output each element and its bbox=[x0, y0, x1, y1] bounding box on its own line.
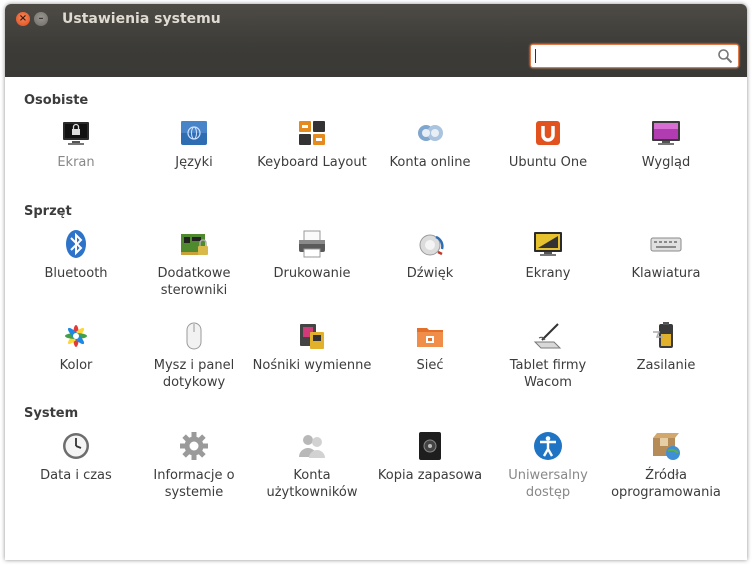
backup-safe-icon bbox=[419, 432, 441, 460]
settings-item-label: Wygląd bbox=[641, 155, 691, 170]
settings-window: × – Ustawienia systemu Osobiste Ekran Języ… bbox=[5, 4, 747, 560]
settings-item-label: Konta użytkowników bbox=[266, 468, 358, 500]
settings-item-accessibility[interactable]: Uniwersalny dostęp bbox=[488, 430, 608, 501]
settings-item-label: Kolor bbox=[59, 358, 93, 373]
settings-item-mouse[interactable]: Mysz i panel dotykowy bbox=[134, 320, 254, 391]
settings-item-label: Konta online bbox=[389, 155, 471, 170]
settings-item-software-sources[interactable]: Źródła oprogramowania bbox=[606, 430, 726, 501]
settings-item-users[interactable]: Konta użytkowników bbox=[252, 430, 372, 501]
settings-item-label: Nośniki wymienne bbox=[252, 358, 372, 373]
settings-item-label: Kopia zapasowa bbox=[377, 468, 483, 483]
ubuntu-one-icon bbox=[536, 121, 560, 145]
settings-item-language-flag[interactable]: Języki bbox=[134, 117, 254, 171]
settings-item-appearance[interactable]: Wygląd bbox=[606, 117, 726, 171]
settings-item-tablet[interactable]: Tablet firmy Wacom bbox=[488, 320, 608, 391]
close-button[interactable]: × bbox=[16, 12, 30, 26]
settings-item-label: Drukowanie bbox=[273, 266, 351, 281]
minimize-button[interactable]: – bbox=[34, 12, 48, 26]
settings-item-bluetooth[interactable]: Bluetooth bbox=[16, 228, 136, 282]
settings-item-label: Zasilanie bbox=[636, 358, 696, 373]
battery-icon bbox=[653, 322, 673, 348]
appearance-icon bbox=[652, 121, 680, 145]
gear-icon bbox=[180, 432, 208, 460]
settings-item-clock[interactable]: Data i czas bbox=[16, 430, 136, 484]
removable-media-icon bbox=[300, 324, 324, 349]
settings-item-gear[interactable]: Informacje o systemie bbox=[134, 430, 254, 501]
settings-item-battery[interactable]: Zasilanie bbox=[606, 320, 726, 374]
mouse-icon bbox=[186, 322, 202, 350]
color-icon bbox=[65, 325, 87, 347]
settings-item-drivers-chip[interactable]: Dodatkowe sterowniki bbox=[134, 228, 254, 299]
tablet-icon bbox=[533, 323, 562, 349]
settings-item-ubuntu-one[interactable]: Ubuntu One bbox=[488, 117, 608, 171]
settings-item-keyboard-layout[interactable]: Keyboard Layout bbox=[252, 117, 372, 171]
settings-item-label: Tablet firmy Wacom bbox=[509, 358, 587, 390]
settings-item-color[interactable]: Kolor bbox=[16, 320, 136, 374]
settings-item-label: Ekrany bbox=[525, 266, 571, 281]
settings-item-label: Informacje o systemie bbox=[153, 468, 235, 500]
settings-item-label: Dźwięk bbox=[406, 266, 454, 281]
bluetooth-icon bbox=[66, 230, 86, 258]
search-icon bbox=[718, 49, 733, 64]
drivers-chip-icon bbox=[181, 234, 208, 255]
network-folder-icon bbox=[417, 328, 443, 347]
window-title: Ustawienia systemu bbox=[62, 11, 221, 27]
settings-item-label: Data i czas bbox=[40, 468, 112, 483]
settings-item-label: Mysz i panel dotykowy bbox=[153, 358, 235, 390]
section-heading: Sprzęt bbox=[24, 204, 72, 219]
settings-item-label: Sieć bbox=[416, 358, 444, 373]
software-sources-icon bbox=[653, 433, 680, 460]
settings-item-label: Ubuntu One bbox=[508, 155, 588, 170]
settings-item-online-accounts[interactable]: Konta online bbox=[370, 117, 490, 171]
settings-item-keyboard[interactable]: Klawiatura bbox=[606, 228, 726, 282]
settings-item-backup-safe[interactable]: Kopia zapasowa bbox=[370, 430, 490, 484]
settings-item-display-lock[interactable]: Ekran bbox=[16, 117, 136, 171]
search-input[interactable] bbox=[530, 44, 739, 68]
keyboard-icon bbox=[650, 237, 682, 252]
display-lock-icon bbox=[63, 122, 89, 145]
accessibility-icon bbox=[534, 432, 562, 460]
settings-item-network-folder[interactable]: Sieć bbox=[370, 320, 490, 374]
keyboard-layout-icon bbox=[299, 121, 325, 145]
settings-content: Osobiste Ekran Języki Keyboard Layout Konta … bbox=[5, 77, 747, 560]
section-heading: Osobiste bbox=[24, 93, 89, 108]
title-bar: × – Ustawienia systemu bbox=[5, 4, 747, 77]
printer-icon bbox=[299, 230, 325, 258]
online-accounts-icon bbox=[418, 125, 443, 141]
settings-item-printer[interactable]: Drukowanie bbox=[252, 228, 372, 282]
sound-icon bbox=[419, 234, 444, 256]
clock-icon bbox=[63, 433, 89, 459]
settings-item-label: Keyboard Layout bbox=[257, 155, 367, 170]
displays-icon bbox=[534, 232, 562, 256]
settings-item-label: Uniwersalny dostęp bbox=[508, 468, 588, 500]
settings-item-displays[interactable]: Ekrany bbox=[488, 228, 608, 282]
settings-item-removable-media[interactable]: Nośniki wymienne bbox=[252, 320, 372, 374]
language-flag-icon bbox=[181, 121, 207, 145]
settings-item-label: Klawiatura bbox=[631, 266, 701, 281]
settings-item-label: Bluetooth bbox=[44, 266, 108, 281]
settings-item-label: Źródła oprogramowania bbox=[611, 468, 721, 500]
section-heading: System bbox=[24, 406, 79, 421]
settings-item-label: Języki bbox=[175, 155, 213, 170]
settings-item-label: Ekran bbox=[57, 155, 95, 170]
settings-item-label: Dodatkowe sterowniki bbox=[157, 266, 231, 298]
text-cursor bbox=[535, 49, 536, 63]
settings-item-sound[interactable]: Dźwięk bbox=[370, 228, 490, 282]
users-icon bbox=[299, 435, 325, 458]
